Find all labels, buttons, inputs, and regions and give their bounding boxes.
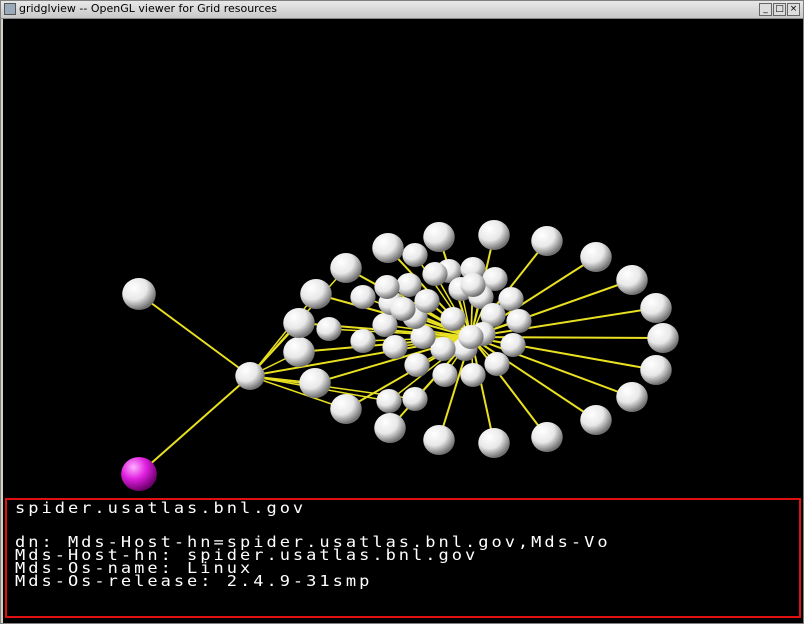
maximize-button[interactable]: □ [773, 3, 786, 16]
grid-graph[interactable] [3, 19, 803, 497]
graph-node[interactable] [647, 323, 679, 353]
graph-node[interactable] [423, 222, 455, 252]
graph-node[interactable] [283, 337, 315, 367]
graph-node[interactable] [478, 428, 510, 458]
opengl-viewport[interactable]: spider.usatlas.bnl.gov dn: Mds-Host-hn=s… [3, 19, 803, 623]
graph-node[interactable] [404, 353, 430, 377]
graph-node[interactable] [382, 335, 408, 359]
graph-node[interactable] [640, 355, 672, 385]
graph-node[interactable] [423, 425, 455, 455]
graph-node[interactable] [580, 242, 612, 272]
graph-edge [138, 293, 251, 377]
info-hostname: spider.usatlas.bnl.gov [15, 499, 307, 518]
graph-node[interactable] [350, 285, 376, 309]
info-os-release: Mds-Os-release: 2.4.9-31smp [15, 572, 373, 591]
graph-node[interactable] [300, 279, 332, 309]
graph-edge [470, 336, 597, 421]
graph-edge [470, 336, 664, 339]
graph-node[interactable] [484, 352, 510, 376]
graph-node[interactable] [580, 405, 612, 435]
graph-node[interactable] [372, 233, 404, 263]
info-panel: spider.usatlas.bnl.gov dn: Mds-Host-hn=s… [5, 498, 801, 618]
graph-node[interactable] [531, 226, 563, 256]
graph-node[interactable] [460, 273, 486, 297]
graph-node[interactable] [478, 220, 510, 250]
graph-node[interactable] [350, 329, 376, 353]
title-bar[interactable]: gridglview -- OpenGL viewer for Grid res… [1, 1, 803, 19]
selected-node[interactable] [121, 457, 157, 491]
graph-node[interactable] [299, 368, 331, 398]
hub-node[interactable] [458, 325, 484, 349]
app-window: gridglview -- OpenGL viewer for Grid res… [0, 0, 804, 624]
graph-node[interactable] [374, 413, 406, 443]
close-button[interactable]: × [787, 3, 800, 16]
graph-node[interactable] [432, 363, 458, 387]
graph-edge [138, 375, 251, 475]
graph-node[interactable] [460, 363, 486, 387]
graph-node[interactable] [376, 389, 402, 413]
graph-node[interactable] [330, 253, 362, 283]
graph-node[interactable] [422, 262, 448, 286]
graph-node[interactable] [640, 293, 672, 323]
graph-node[interactable] [440, 307, 466, 331]
minimize-button[interactable]: _ [759, 3, 772, 16]
graph-node[interactable] [374, 275, 400, 299]
graph-node[interactable] [402, 387, 428, 411]
window-title: gridglview -- OpenGL viewer for Grid res… [19, 2, 278, 15]
graph-node[interactable] [506, 309, 532, 333]
graph-node[interactable] [390, 297, 416, 321]
graph-node[interactable] [414, 289, 440, 313]
graph-node[interactable] [616, 382, 648, 412]
graph-node[interactable] [616, 265, 648, 295]
graph-node[interactable] [500, 333, 526, 357]
graph-node[interactable] [402, 243, 428, 267]
graph-node[interactable] [531, 422, 563, 452]
graph-node[interactable] [283, 308, 315, 338]
graph-node[interactable] [122, 278, 156, 310]
app-icon[interactable] [4, 3, 16, 15]
graph-node[interactable] [316, 317, 342, 341]
graph-node[interactable] [235, 362, 265, 390]
graph-node[interactable] [330, 394, 362, 424]
